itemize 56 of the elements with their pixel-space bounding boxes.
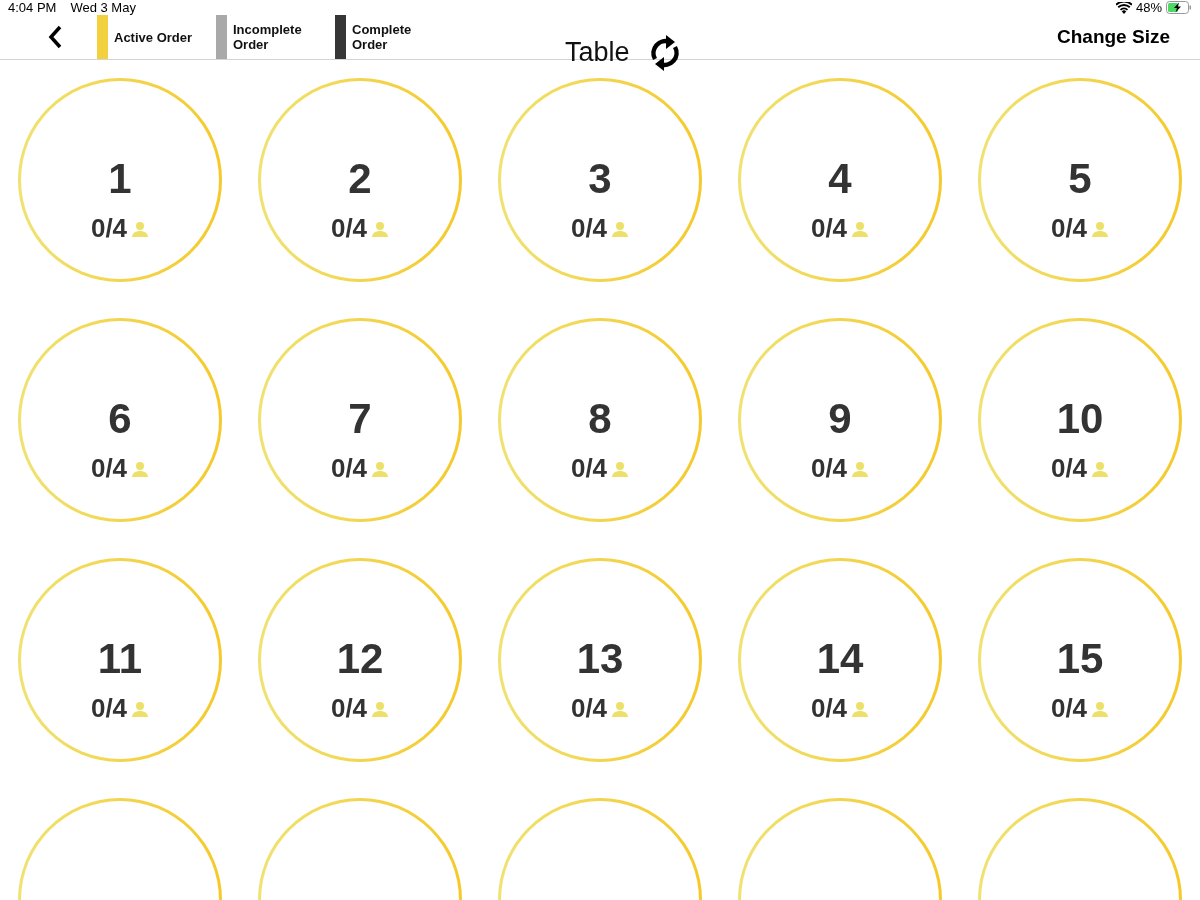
seat-count: 0/4 — [1050, 213, 1088, 244]
person-icon — [1091, 700, 1110, 717]
battery-percent: 48% — [1135, 0, 1162, 15]
person-icon — [131, 460, 150, 477]
seat-count: 0/4 — [1050, 693, 1088, 724]
person-icon — [131, 700, 150, 717]
seat-count: 0/4 — [90, 693, 128, 724]
table-number: 9 — [828, 395, 852, 443]
seat-count: 0/4 — [810, 453, 848, 484]
table-number: 3 — [588, 155, 612, 203]
status-date: Wed 3 May — [70, 0, 136, 15]
person-icon — [611, 220, 630, 237]
person-icon — [371, 700, 390, 717]
person-icon — [1091, 460, 1110, 477]
table-number: 2 — [348, 155, 372, 203]
legend-label: Complete Order — [352, 22, 413, 52]
person-icon — [851, 700, 870, 717]
chevron-left-icon — [48, 25, 62, 49]
change-size-button[interactable]: Change Size — [1057, 22, 1170, 52]
table-number: 5 — [1068, 155, 1092, 203]
table-number: 8 — [588, 395, 612, 443]
table-number: 4 — [828, 155, 852, 203]
person-icon — [851, 220, 870, 237]
battery-charging-icon — [1166, 1, 1192, 14]
seat-count: 0/4 — [90, 213, 128, 244]
person-icon — [131, 220, 150, 237]
page-title: Table — [565, 37, 630, 68]
seat-count: 0/4 — [570, 453, 608, 484]
person-icon — [1091, 220, 1110, 237]
table-number: 7 — [348, 395, 372, 443]
seat-count: 0/4 — [810, 693, 848, 724]
table-number: 14 — [816, 635, 864, 683]
person-icon — [611, 700, 630, 717]
table-number: 12 — [336, 635, 384, 683]
seat-count: 0/4 — [810, 213, 848, 244]
table-number: 6 — [108, 395, 132, 443]
status-time: 4:04 PM — [8, 0, 57, 15]
person-icon — [851, 460, 870, 477]
seat-count: 0/4 — [90, 453, 128, 484]
wifi-icon — [1115, 1, 1132, 14]
seat-count: 0/4 — [330, 453, 368, 484]
person-icon — [371, 220, 390, 237]
table-number: 11 — [97, 635, 143, 683]
table-number: 15 — [1056, 635, 1104, 683]
seat-count: 0/4 — [1050, 453, 1088, 484]
table-number: 10 — [1056, 395, 1104, 443]
person-icon — [371, 460, 390, 477]
seat-count: 0/4 — [570, 693, 608, 724]
seat-count: 0/4 — [330, 693, 368, 724]
table-number: 1 — [108, 155, 132, 203]
legend-label: Active Order — [114, 29, 194, 45]
legend-label: Incomplete Order — [233, 22, 303, 52]
seat-count: 0/4 — [330, 213, 368, 244]
person-icon — [611, 460, 630, 477]
table-number: 13 — [576, 635, 624, 683]
seat-count: 0/4 — [570, 213, 608, 244]
